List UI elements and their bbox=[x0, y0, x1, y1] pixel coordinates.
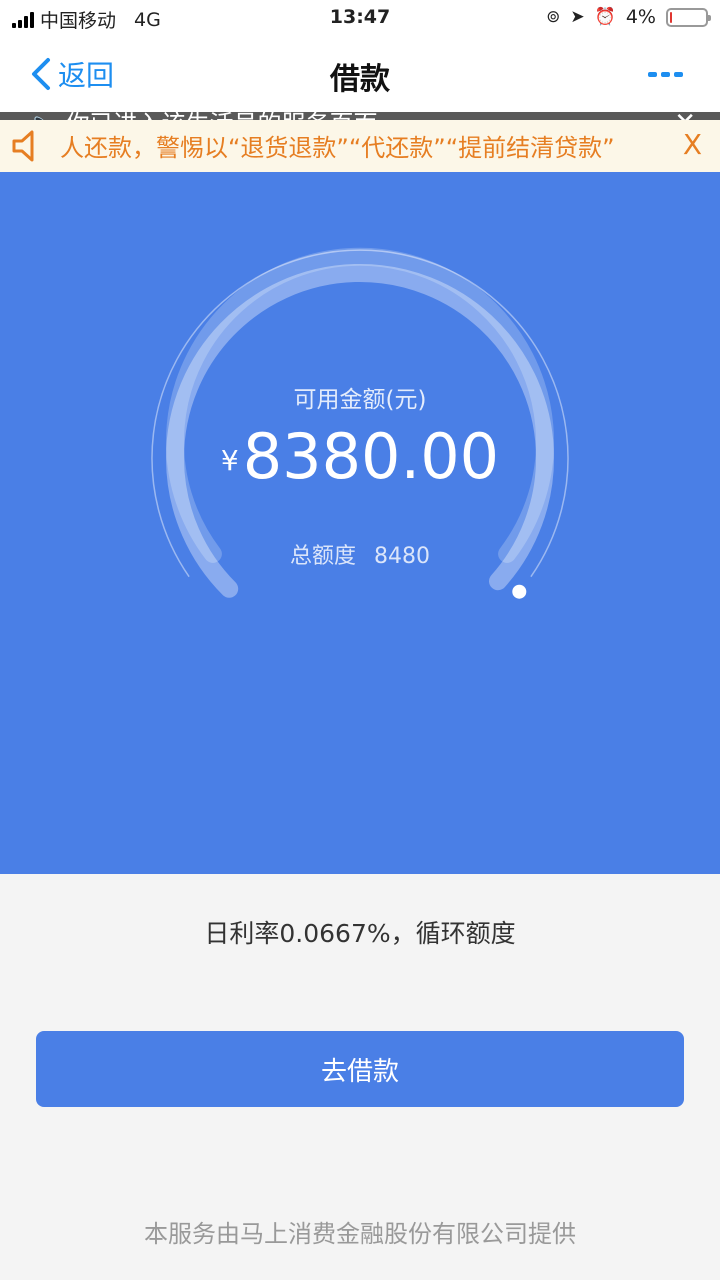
rotation-lock-icon: ⊚ bbox=[546, 7, 561, 27]
more-options-icon[interactable] bbox=[648, 66, 684, 82]
interest-rate-text: 日利率0.0667%，循环额度 bbox=[204, 919, 516, 948]
battery-icon bbox=[666, 7, 711, 27]
nav-bar: 返回 借款 bbox=[0, 36, 720, 112]
total-credit-value: 8480 bbox=[374, 544, 430, 569]
battery-level bbox=[670, 11, 672, 23]
back-label: 返回 bbox=[58, 59, 115, 92]
chevron-left-icon bbox=[32, 58, 50, 90]
available-amount-value: 8380.00 bbox=[242, 420, 500, 493]
speaker-icon bbox=[12, 130, 34, 162]
status-bar: 中国移动 4G 13:47 ⊚ ➤ ⏰ 4% bbox=[0, 0, 720, 36]
service-provider-text: 本服务由马上消费金融股份有限公司提供 bbox=[144, 1220, 576, 1248]
credit-panel: 可用金额(元) ¥8380.00 总额度 8480 bbox=[0, 172, 720, 874]
battery-percent: 4% bbox=[625, 6, 656, 28]
location-arrow-icon: ➤ bbox=[570, 7, 585, 27]
borrow-button[interactable]: 去借款 bbox=[36, 1031, 684, 1107]
gauge-indicator-dot bbox=[512, 584, 527, 599]
total-credit: 总额度 8480 bbox=[0, 538, 720, 570]
warning-ticker: 人还款，警惕以“退货退款”“代还款”“提前结清贷款” X bbox=[0, 120, 720, 172]
currency-symbol: ¥ bbox=[220, 444, 239, 477]
available-amount: ¥8380.00 bbox=[0, 420, 720, 493]
back-button[interactable]: 返回 bbox=[30, 54, 114, 94]
alarm-icon: ⏰ bbox=[594, 7, 616, 27]
total-credit-label: 总额度 bbox=[289, 544, 356, 569]
ticker-close-icon[interactable]: X bbox=[683, 128, 702, 161]
available-amount-label: 可用金额(元) bbox=[293, 387, 427, 413]
ticker-text: 人还款，警惕以“退货退款”“代还款”“提前结清贷款” bbox=[60, 134, 615, 162]
status-right: ⊚ ➤ ⏰ 4% bbox=[546, 6, 711, 28]
credit-gauge bbox=[151, 247, 569, 599]
